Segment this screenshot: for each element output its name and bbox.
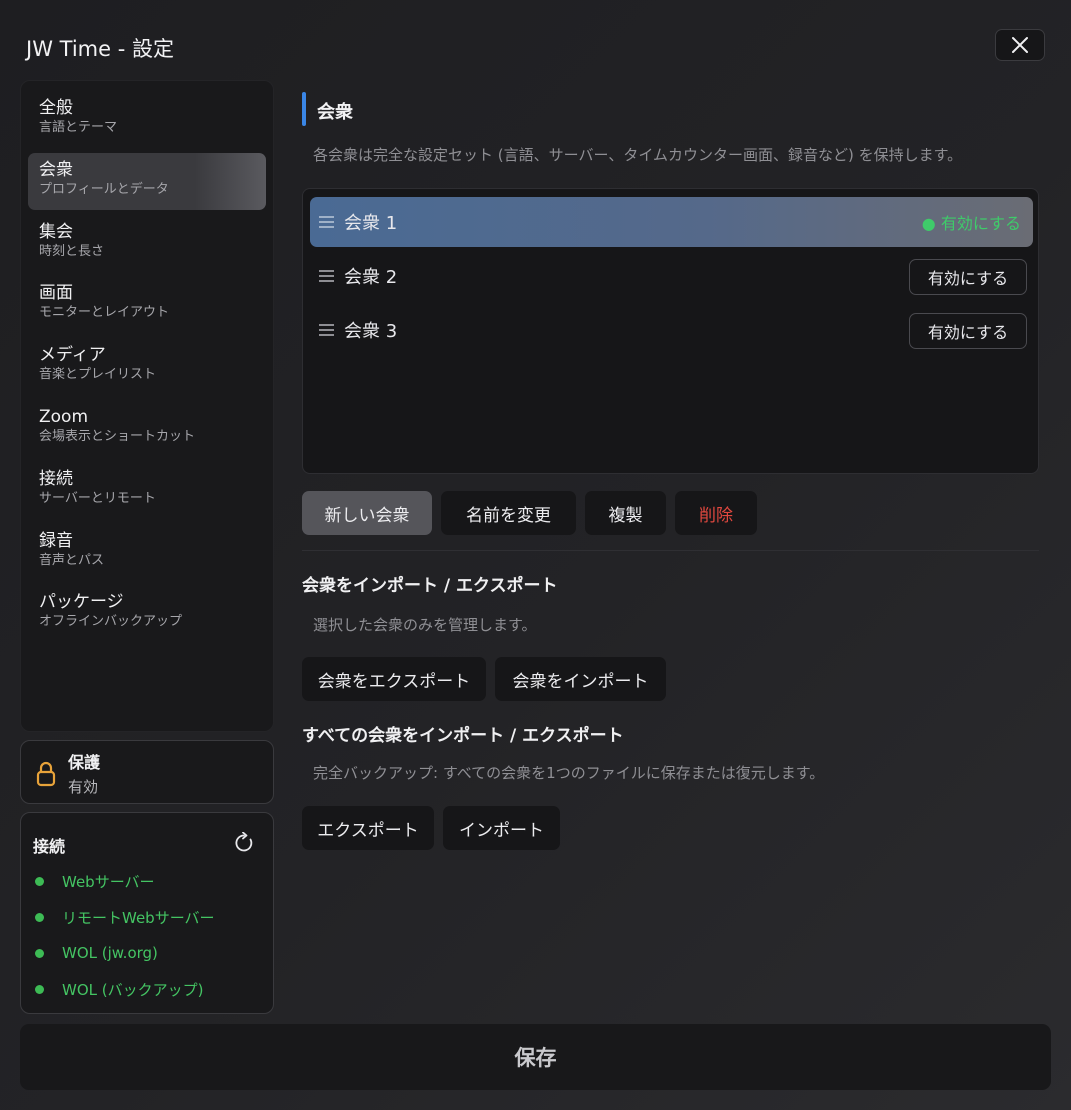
sidebar-item-label: 集会 [39, 221, 73, 242]
status-dot-icon [35, 912, 44, 922]
status-dot-icon [35, 948, 44, 958]
sidebar-item-sublabel: 言語とテーマ [39, 120, 118, 135]
active-status-badge: ● 有効にする [921, 214, 1021, 233]
title-bar: JW Time - 設定 [0, 0, 1071, 80]
status-dot-icon [35, 876, 44, 886]
import-export-single-title: 会衆をインポート / エクスポート [302, 576, 558, 596]
sidebar-item-sublabel: 音楽とプレイリスト [39, 367, 157, 383]
sidebar-item-label: 画面 [39, 283, 73, 304]
sidebar-item-media[interactable]: メディア 音楽とプレイリスト [28, 338, 266, 395]
drag-handle-icon[interactable] [319, 324, 334, 336]
congregation-name: 会衆 3 [344, 321, 398, 342]
sidebar-item-connection[interactable]: 接続 サーバーとリモート [28, 462, 266, 519]
connection-status-card: 接続 Webサーバー リモートWebサーバー WOL (jw.org) WOL … [20, 812, 274, 1014]
protection-card[interactable]: 保護 有効 [20, 740, 274, 804]
congregation-name: 会衆 1 [344, 213, 398, 234]
import-export-all-description: 完全バックアップ: すべての会衆を1つのファイルに保存または復元します。 [313, 764, 825, 782]
congregation-row-2[interactable]: 会衆 2 有効にする [310, 251, 1033, 301]
lock-icon [36, 761, 56, 787]
connection-label: リモートWebサーバー [62, 908, 215, 927]
save-button[interactable]: 保存 [20, 1024, 1051, 1090]
import-congregation-button[interactable]: 会衆をインポート [495, 657, 666, 701]
sidebar-item-label: 会衆 [39, 159, 73, 180]
sidebar-item-congregation[interactable]: 会衆 プロフィールとデータ [28, 152, 266, 210]
duplicate-button[interactable]: 複製 [585, 491, 666, 535]
close-icon [1012, 37, 1028, 53]
protection-title: 保護 [68, 753, 101, 772]
sidebar-item-sublabel: モニターとレイアウト [39, 305, 170, 321]
activate-button[interactable]: 有効にする [909, 313, 1027, 349]
connection-item-wol-backup: WOL (バックアップ) [35, 979, 203, 999]
export-all-button[interactable]: エクスポート [302, 806, 434, 850]
delete-button[interactable]: 削除 [675, 491, 757, 535]
import-all-button[interactable]: インポート [443, 806, 560, 850]
sidebar-item-label: Zoom [39, 406, 89, 427]
settings-sidebar: 全般 言語とテーマ 会衆 プロフィールとデータ 集会 時刻と長さ 画面 モニター… [20, 80, 274, 732]
close-button[interactable] [995, 29, 1045, 61]
congregation-name: 会衆 2 [344, 267, 398, 288]
sidebar-item-sublabel: 会場表示とショートカット [39, 428, 196, 444]
refresh-icon[interactable] [233, 832, 255, 854]
sidebar-item-label: 全般 [39, 98, 73, 118]
congregation-row-1[interactable]: 会衆 1 ● 有効にする [310, 197, 1033, 247]
activate-button[interactable]: 有効にする [909, 259, 1027, 295]
window-title: JW Time - 設定 [26, 37, 174, 61]
section-description: 各会衆は完全な設定セット (言語、サーバー、タイムカウンター画面、録音など) を… [313, 146, 963, 164]
sidebar-item-general[interactable]: 全般 言語とテーマ [28, 91, 266, 148]
sidebar-item-label: 録音 [39, 530, 73, 551]
section-title: 会衆 [317, 102, 353, 123]
sidebar-item-sublabel: 音声とパス [39, 552, 105, 568]
connection-title: 接続 [33, 837, 66, 856]
connection-item-remote-webserver: リモートWebサーバー [35, 907, 215, 927]
connection-label: WOL (jw.org) [62, 944, 158, 962]
connection-item-wol-jworg: WOL (jw.org) [35, 943, 158, 963]
protection-status: 有効 [68, 778, 99, 796]
sidebar-item-meetings[interactable]: 集会 時刻と長さ [28, 215, 266, 272]
sidebar-item-display[interactable]: 画面 モニターとレイアウト [28, 276, 266, 333]
section-divider [302, 550, 1039, 551]
sidebar-item-sublabel: プロフィールとデータ [39, 181, 169, 197]
sidebar-item-zoom[interactable]: Zoom 会場表示とショートカット [28, 400, 266, 457]
status-dot-icon [35, 984, 44, 994]
export-congregation-button[interactable]: 会衆をエクスポート [302, 657, 486, 701]
sidebar-item-label: メディア [39, 345, 106, 366]
sidebar-item-sublabel: サーバーとリモート [39, 490, 156, 506]
sidebar-item-label: パッケージ [39, 592, 124, 613]
sidebar-item-sublabel: 時刻と長さ [39, 243, 105, 259]
sidebar-item-recording[interactable]: 録音 音声とパス [28, 524, 266, 581]
rename-button[interactable]: 名前を変更 [441, 491, 576, 535]
congregation-list: 会衆 1 ● 有効にする 会衆 2 有効にする 会衆 3 有効にする [302, 188, 1039, 474]
save-label: 保存 [514, 1046, 557, 1070]
congregation-row-3[interactable]: 会衆 3 有効にする [310, 305, 1033, 355]
connection-label: Webサーバー [62, 872, 155, 891]
new-congregation-button[interactable]: 新しい会衆 [302, 491, 432, 535]
import-export-single-description: 選択した会衆のみを管理します。 [313, 616, 537, 634]
connection-item-webserver: Webサーバー [35, 871, 155, 891]
drag-handle-icon[interactable] [319, 270, 334, 282]
sidebar-item-sublabel: オフラインバックアップ [39, 614, 183, 630]
connection-label: WOL (バックアップ) [62, 980, 204, 999]
section-accent-bar [302, 92, 306, 126]
drag-handle-icon[interactable] [319, 216, 334, 228]
sidebar-item-label: 接続 [39, 468, 73, 489]
sidebar-item-package[interactable]: パッケージ オフラインバックアップ [28, 585, 266, 642]
import-export-all-title: すべての会衆をインポート / エクスポート [302, 726, 624, 746]
